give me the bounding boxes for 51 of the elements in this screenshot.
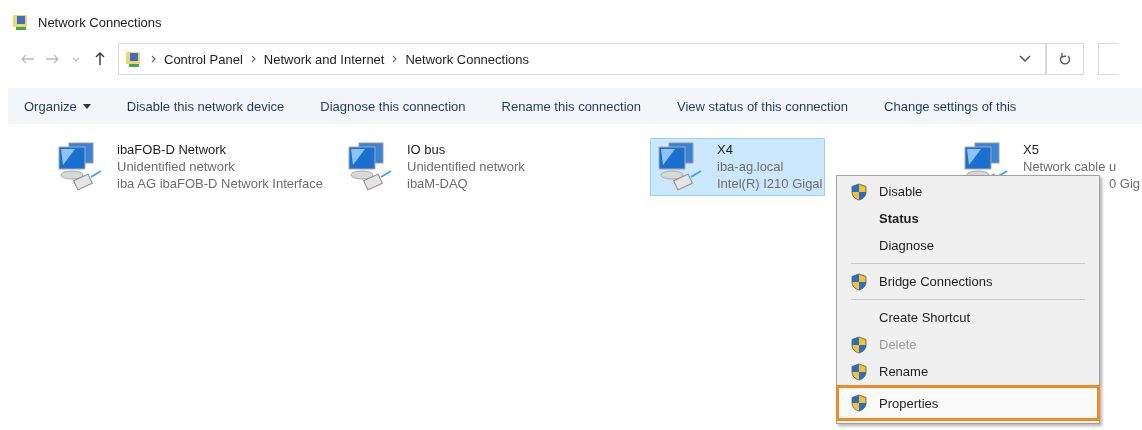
toolbar-button[interactable]: Diagnose this connection: [320, 98, 484, 114]
chevron-right-icon: [392, 55, 398, 63]
network-folder-icon: [125, 50, 143, 68]
toolbar-button[interactable]: View status of this connection: [677, 98, 867, 114]
shield-icon: [851, 362, 867, 381]
chevron-right-icon: [250, 55, 256, 63]
shield-icon: [851, 272, 867, 291]
chevron-down-icon[interactable]: [1019, 55, 1031, 63]
adapter-name: Intel(R) I210 Gigal: [717, 175, 823, 192]
menu-item[interactable]: Properties: [836, 385, 1100, 421]
adapter-name: 0 Gig: [1108, 175, 1141, 192]
menu-item[interactable]: Disable: [836, 178, 1100, 205]
back-arrow-icon[interactable]: [21, 54, 35, 64]
chevron-right-icon: [151, 55, 156, 63]
forward-arrow-icon[interactable]: [45, 54, 59, 64]
connection-status: Unidentified network: [407, 158, 525, 175]
toolbar-button[interactable]: Organize: [24, 98, 109, 114]
network-folder-icon: [12, 13, 30, 31]
shield-icon: [851, 182, 867, 201]
up-arrow-icon[interactable]: [95, 52, 105, 66]
toolbar-button[interactable]: Rename this connection: [501, 98, 660, 114]
address-bar[interactable]: Control Panel Network and Internet Network Connections: [118, 43, 1046, 75]
menu-item[interactable]: Rename: [836, 358, 1100, 385]
connection-status: Unidentified network: [117, 158, 236, 175]
refresh-button[interactable]: [1046, 43, 1084, 75]
menu-item[interactable]: Create Shortcut: [836, 304, 1100, 331]
connection-item[interactable]: ibaFOB-D Network Unidentified network iba AG ibaFOB-D Network Interface: [50, 138, 328, 196]
breadcrumb[interactable]: Network and Internet: [263, 51, 385, 67]
toolbar-button[interactable]: Disable this network device: [126, 98, 303, 114]
shield-icon: [851, 394, 867, 412]
menu-item[interactable]: Status: [836, 205, 1100, 232]
caret-icon: [82, 103, 91, 109]
connection-name: X4: [717, 141, 734, 158]
connection-item[interactable]: IO bus Unidentified network ibaM-DAQ: [340, 138, 530, 196]
connection-item[interactable]: X4 iba-ag.local Intel(R) I210 Gigal: [650, 138, 825, 196]
search-field[interactable]: [1098, 43, 1118, 75]
breadcrumb[interactable]: Network Connections: [405, 51, 530, 67]
adapter-name: iba AG ibaFOB-D Network Interface: [117, 175, 323, 192]
window-title: Network Connections: [38, 14, 162, 30]
adapter-name: ibaM-DAQ: [407, 175, 469, 192]
menu-item[interactable]: Diagnose: [836, 232, 1100, 259]
connection-name: IO bus: [407, 141, 447, 158]
refresh-icon: [1059, 52, 1071, 66]
shield-icon: [851, 335, 867, 354]
connection-status: Network cable u: [1023, 158, 1118, 175]
connection-name: X5: [1023, 141, 1040, 158]
menu-item[interactable]: Bridge Connections: [836, 268, 1100, 295]
connection-status: iba-ag.local: [717, 158, 785, 175]
toolbar-button[interactable]: Change settings of this: [884, 98, 1035, 114]
breadcrumb[interactable]: Control Panel: [164, 51, 243, 67]
connection-name: ibaFOB-D Network: [117, 141, 228, 158]
